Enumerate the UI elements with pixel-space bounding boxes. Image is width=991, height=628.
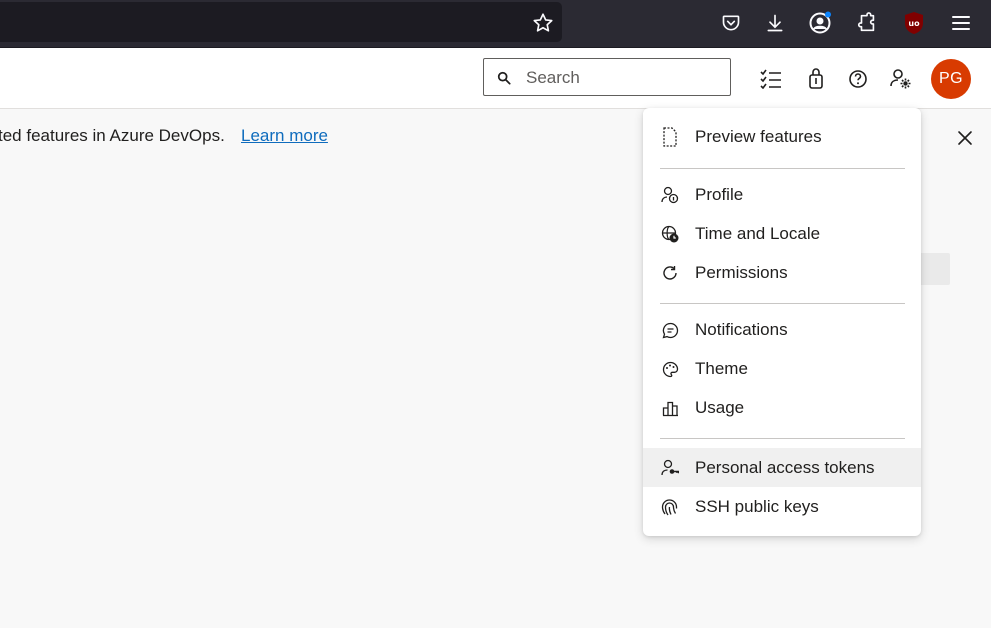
url-bar[interactable] [0,2,562,42]
browser-toolbar: uo [0,0,991,48]
refresh-icon [660,263,680,283]
menu-item-usage[interactable]: Usage [643,388,921,427]
palette-icon [660,359,680,379]
close-icon[interactable] [952,125,978,151]
menu-item-preview-features[interactable]: Preview features [643,117,921,156]
menu-item-theme[interactable]: Theme [643,349,921,388]
menu-divider [660,168,905,169]
chat-bubble-icon [660,320,680,340]
menu-divider [660,303,905,304]
person-key-icon [660,458,680,478]
account-icon[interactable] [807,10,833,36]
help-icon[interactable] [845,66,871,92]
ublock-icon[interactable]: uo [901,10,927,36]
star-bookmark-icon[interactable] [530,10,556,36]
menu-item-personal-access-tokens[interactable]: Personal access tokens [643,448,921,487]
globe-clock-icon [660,224,680,244]
menu-item-profile[interactable]: Profile [643,175,921,214]
avatar[interactable]: PG [931,59,971,99]
bar-chart-icon [660,398,680,418]
menu-divider [660,438,905,439]
menu-item-ssh-public-keys[interactable]: SSH public keys [643,487,921,526]
learn-more-link[interactable]: Learn more [241,126,328,146]
menu-item-notifications[interactable]: Notifications [643,310,921,349]
app-header: PG [0,48,991,109]
menu-item-permissions[interactable]: Permissions [643,253,921,292]
banner-text: ted features in Azure DevOps. [0,126,225,145]
extensions-icon[interactable] [854,10,880,36]
fingerprint-icon [660,497,680,517]
search-input[interactable] [524,59,728,97]
shopping-bag-icon[interactable] [803,66,829,92]
hamburger-menu-icon[interactable] [948,10,974,36]
user-settings-menu: Preview features Profile Time and Locale… [643,108,921,536]
user-settings-icon[interactable] [888,66,914,92]
pocket-icon[interactable] [718,10,744,36]
download-icon[interactable] [762,10,788,36]
menu-item-time-and-locale[interactable]: Time and Locale [643,214,921,253]
svg-text:uo: uo [908,19,920,28]
profile-icon [660,185,680,205]
document-icon [660,127,680,147]
search-box[interactable] [483,58,731,97]
task-list-icon[interactable] [758,66,784,92]
search-icon [497,71,511,85]
